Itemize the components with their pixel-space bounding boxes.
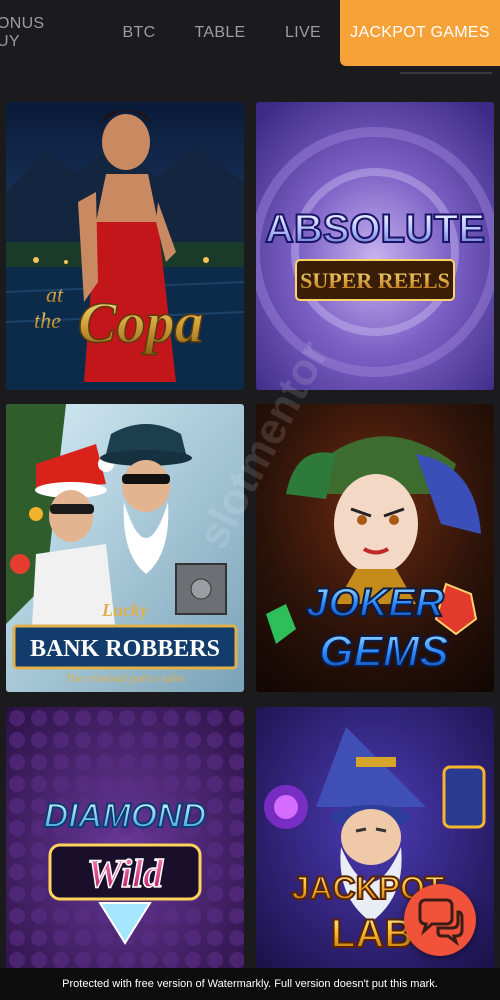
svg-text:Lucky: Lucky <box>101 600 149 620</box>
game-thumbnail-joker-gems: JOKER GEMS <box>256 404 494 692</box>
game-card-lucky-bank-robbers[interactable]: Lucky BANK ROBBERS The criminal police t… <box>6 404 244 692</box>
game-title-text: ABSOLUTE <box>265 207 485 251</box>
tab-live[interactable]: LIVE <box>278 0 328 66</box>
game-title-text: Copa <box>78 290 204 355</box>
chat-button[interactable] <box>404 884 476 956</box>
game-thumbnail-absolute-super-reels: ABSOLUTE SUPER REELS <box>256 102 494 390</box>
svg-text:LAB: LAB <box>331 912 413 956</box>
svg-text:Wild: Wild <box>87 851 164 896</box>
svg-text:at: at <box>46 282 64 307</box>
game-title-text: BANK ROBBERS <box>30 636 220 662</box>
game-card-joker-gems[interactable]: JOKER GEMS <box>256 404 494 692</box>
svg-text:The criminal police tales: The criminal police tales <box>65 671 185 685</box>
tab-jackpot-games[interactable]: JACKPOT GAMES <box>340 0 500 66</box>
category-tabs: BONUS BUY BTC TABLE LIVE JACKPOT GAMES <box>0 0 500 68</box>
game-title-text: DIAMOND <box>44 797 206 835</box>
chat-bubbles-icon <box>418 898 464 947</box>
svg-text:GEMS: GEMS <box>319 627 449 676</box>
tab-bonus-buy[interactable]: BONUS BUY <box>0 0 82 66</box>
tab-table[interactable]: TABLE <box>188 0 252 66</box>
watermark-notice: Protected with free version of Watermark… <box>0 968 500 1000</box>
game-title-text: JOKER <box>306 581 444 625</box>
game-thumbnail-lucky-bank-robbers: Lucky BANK ROBBERS The criminal police t… <box>6 404 244 692</box>
tab-btc[interactable]: BTC <box>116 0 162 66</box>
svg-text:SUPER REELS: SUPER REELS <box>300 268 450 293</box>
game-thumbnail-at-the-copa: Copa at the <box>6 102 244 390</box>
game-card-diamond-wild[interactable]: DIAMOND Wild <box>6 707 244 995</box>
game-thumbnail-diamond-wild: DIAMOND Wild <box>6 707 244 995</box>
tab-underline <box>400 72 492 74</box>
svg-text:the: the <box>34 308 61 333</box>
game-card-absolute-super-reels[interactable]: ABSOLUTE SUPER REELS <box>256 102 494 390</box>
game-card-at-the-copa[interactable]: Copa at the <box>6 102 244 390</box>
